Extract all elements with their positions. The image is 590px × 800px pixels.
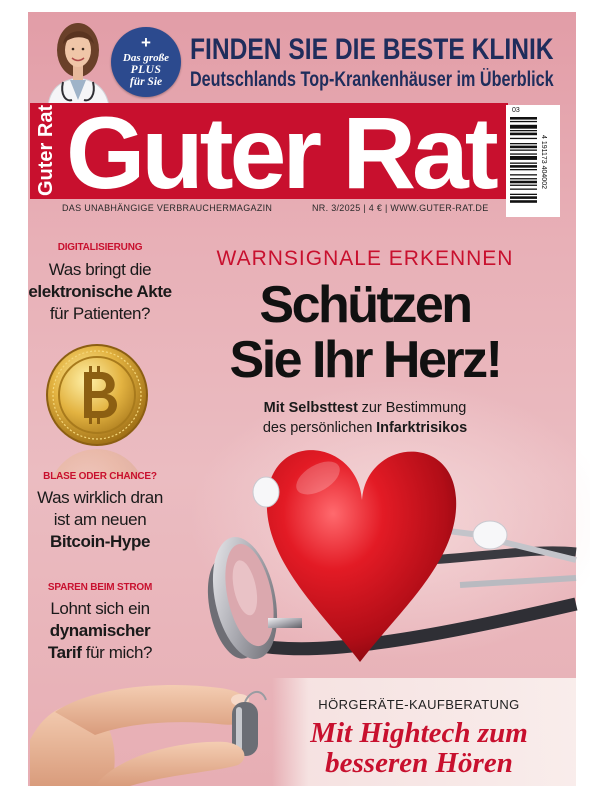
- badge-line-2: PLUS: [130, 64, 162, 76]
- teaser-kicker: DIGITALISIERUNG: [57, 242, 143, 253]
- barcode-issue-code: 03: [512, 107, 520, 114]
- teaser-line: Was wirklich dran: [37, 488, 163, 507]
- barcode-bar: [510, 193, 537, 195]
- teaser-line: Lohnt sich ein: [50, 599, 150, 618]
- dek-emphasis: Mit Selbsttest: [263, 400, 358, 416]
- barcode-bar: [510, 156, 537, 160]
- issue-info: NR. 3/2025 | 4 € | WWW.GUTER-RAT.DE: [312, 203, 489, 213]
- barcode-bars: [510, 117, 537, 203]
- dek-text: zur Bestimmung: [361, 400, 467, 416]
- cover-story-title-line-1: Schützen: [259, 276, 473, 334]
- teaser-digitalisierung: DIGITALISIERUNG Was bringt die elektroni…: [18, 242, 182, 325]
- teaser-kicker: SPAREN BEIM STROM: [47, 582, 153, 593]
- barcode-bar: [510, 143, 537, 145]
- teaser-line: ist am neuen: [53, 510, 147, 529]
- barcode-number: 4 191173 404002: [540, 135, 547, 189]
- cover-story-kicker: WARNSIGNALE ERKENNEN: [216, 247, 514, 270]
- masthead-tagline: DAS UNABHÄNGIGE VERBRAUCHERMAGAZIN: [62, 203, 273, 213]
- barcode-bar: [510, 169, 537, 171]
- barcode-bar: [510, 120, 537, 123]
- teaser-bitcoin: BLASE ODER CHANCE? Was wirklich dran ist…: [18, 471, 182, 553]
- teaser-line: für Patienten?: [49, 304, 151, 323]
- barcode-bar: [510, 196, 537, 199]
- barcode-bar: [510, 145, 537, 149]
- barcode: 03 4 191173 404002: [506, 105, 560, 217]
- teaser-text: für mich?: [85, 643, 153, 662]
- barcode-bar: [510, 162, 537, 164]
- badge-line-1: Das große: [122, 52, 170, 64]
- barcode-bar: [510, 137, 537, 140]
- barcode-bar: [510, 200, 537, 203]
- teaser-line: dynamischer: [49, 621, 151, 640]
- feature-title-line-2: besseren Hören: [325, 747, 513, 779]
- teaser-kicker: BLASE ODER CHANCE?: [43, 471, 157, 482]
- promo-headline: FINDEN SIE DIE BESTE KLINIK: [190, 33, 554, 66]
- badge-line-3: für Sie: [129, 76, 163, 88]
- feature-title: Mit Hightech zum besseren Hören: [290, 718, 548, 778]
- teaser-line: Bitcoin-Hype: [49, 532, 151, 551]
- feature-kicker: HÖRGERÄTE-KAUFBERATUNG: [318, 697, 520, 712]
- dek-text: des persönlichen: [262, 420, 373, 436]
- barcode-bar: [510, 132, 537, 136]
- feature-title-line-1: Mit Hightech zum: [310, 717, 528, 749]
- cover-story-title-line-2: Sie Ihr Herz!: [229, 331, 503, 389]
- teaser-line: elektronische Akte: [28, 282, 172, 301]
- barcode-bar: [510, 178, 537, 180]
- teaser-emphasis: Tarif: [47, 643, 82, 662]
- barcode-bar: [510, 180, 537, 184]
- cover-story-dek: Mit Selbsttest zur Bestimmung des persönl…: [198, 398, 532, 438]
- barcode-bar: [510, 117, 537, 120]
- barcode-bar: [510, 184, 537, 186]
- teaser-line: Tarif für mich?: [18, 642, 182, 664]
- plus-badge: + Das große PLUS für Sie: [111, 27, 181, 97]
- dek-emphasis: Infarktrisikos: [376, 420, 468, 436]
- barcode-bar: [510, 153, 537, 155]
- masthead-logo: Guter Rat: [66, 96, 499, 210]
- barcode-bar: [510, 124, 537, 129]
- barcode-bar: [510, 149, 537, 151]
- barcode-bar: [510, 165, 537, 168]
- barcode-bar: [510, 174, 537, 176]
- promo-subline: Deutschlands Top-Krankenhäuser im Überbl…: [190, 68, 554, 91]
- barcode-bar: [510, 130, 537, 132]
- teaser-strom: SPAREN BEIM STROM Lohnt sich ein dynamis…: [18, 582, 182, 664]
- dek-line: des persönlichen Infarktrisikos: [198, 418, 532, 438]
- dek-line: Mit Selbsttest zur Bestimmung: [198, 398, 532, 418]
- teaser-line: Was bringt die: [48, 260, 152, 279]
- masthead-spine-title: Guter Rat: [35, 104, 57, 196]
- plus-icon: +: [141, 33, 151, 52]
- barcode-bar: [510, 188, 537, 190]
